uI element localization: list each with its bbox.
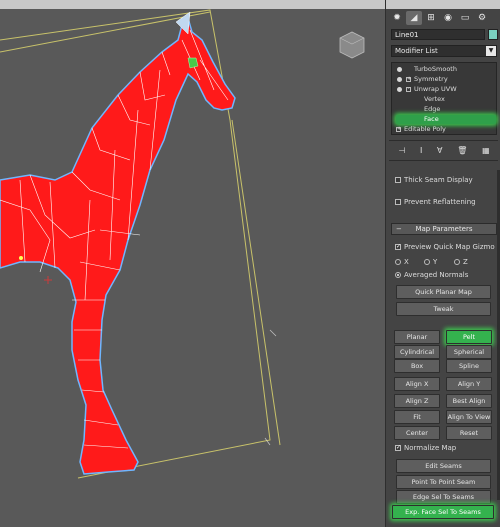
expand-icon[interactable]: + xyxy=(396,127,401,132)
lightbulb-icon[interactable] xyxy=(397,87,402,92)
averaged-normals-radio[interactable] xyxy=(395,272,401,278)
edit-seams-button[interactable]: Edit Seams xyxy=(396,459,491,473)
tweak-button[interactable]: Tweak xyxy=(396,302,491,316)
viewcube[interactable] xyxy=(339,31,365,59)
modifier-stack: TurboSmooth + Symmetry - Unwrap UVW Vert… xyxy=(391,62,497,135)
pelt-button[interactable]: Pelt xyxy=(446,330,492,344)
map-parameters-title: Map Parameters xyxy=(415,225,473,233)
stack-item-label: Editable Poly xyxy=(404,125,446,133)
stack-item-turbosmooth[interactable]: TurboSmooth xyxy=(392,65,496,74)
edge-sel-to-seams-button[interactable]: Edge Sel To Seams xyxy=(396,490,491,504)
stack-item-label: TurboSmooth xyxy=(414,65,457,73)
pin-stack-icon[interactable]: ⊣ xyxy=(398,146,405,155)
stack-item-unwrap-uvw[interactable]: - Unwrap UVW xyxy=(392,85,496,94)
stack-item-edge[interactable]: Edge xyxy=(392,105,496,114)
stack-item-label: Unwrap UVW xyxy=(414,85,457,93)
motion-tab-icon[interactable]: ◉ xyxy=(440,11,456,25)
stack-toolbar: ⊣ Ⅰ ∀ 🗑 ▦ xyxy=(391,143,497,157)
averaged-normals-label: Averaged Normals xyxy=(404,271,469,279)
modifier-list-label: Modifier List xyxy=(395,47,438,55)
fit-button[interactable]: Fit xyxy=(394,410,440,424)
align-y-button[interactable]: Align Y xyxy=(446,377,492,391)
preview-gizmo-checkbox[interactable]: ✓ xyxy=(395,244,401,250)
map-parameters-rollout[interactable]: − Map Parameters xyxy=(391,223,497,235)
point-to-point-seam-button[interactable]: Point To Point Seam xyxy=(396,475,491,489)
stack-item-label: Symmetry xyxy=(414,75,448,83)
thick-seam-checkbox[interactable] xyxy=(395,177,401,183)
display-tab-icon[interactable]: ▭ xyxy=(457,11,473,25)
viewport-scene xyxy=(0,9,365,479)
quick-planar-map-button[interactable]: Quick Planar Map xyxy=(396,285,491,299)
z-label: Z xyxy=(463,258,468,266)
object-color-swatch[interactable] xyxy=(488,29,498,40)
command-panel-tabs: ✹ ◢ ⊞ ◉ ▭ ⚙ xyxy=(389,11,490,25)
stack-item-label: Vertex xyxy=(424,95,445,103)
normalize-map-label: Normalize Map xyxy=(404,444,457,452)
utilities-tab-icon[interactable]: ⚙ xyxy=(474,11,490,25)
normalize-map-checkbox[interactable]: ✓ xyxy=(395,445,401,451)
exp-face-sel-to-seams-button[interactable]: Exp. Face Sel To Seams xyxy=(392,505,494,519)
hierarchy-tab-icon[interactable]: ⊞ xyxy=(423,11,439,25)
stack-item-symmetry[interactable]: + Symmetry xyxy=(392,75,496,84)
align-z-button[interactable]: Align Z xyxy=(394,394,440,408)
collapse-icon: − xyxy=(396,225,402,233)
cylindrical-button[interactable]: Cylindrical xyxy=(394,345,440,359)
selection-vertex xyxy=(19,256,23,260)
stack-item-label: Face xyxy=(424,115,439,123)
spherical-button[interactable]: Spherical xyxy=(446,345,492,359)
lightbulb-icon[interactable] xyxy=(397,67,402,72)
command-panel: ✹ ◢ ⊞ ◉ ▭ ⚙ Line01 Modifier List ▼ Turbo… xyxy=(385,0,500,527)
object-name-field[interactable]: Line01 xyxy=(391,29,485,40)
collapse-icon[interactable]: - xyxy=(406,87,411,92)
y-radio[interactable] xyxy=(424,259,430,265)
stack-item-face[interactable]: Face xyxy=(396,115,496,124)
best-align-button[interactable]: Best Align xyxy=(446,394,492,408)
configure-modifier-sets-icon[interactable]: ▦ xyxy=(482,146,490,155)
box-button[interactable]: Box xyxy=(394,359,440,373)
modifier-list-dropdown[interactable]: Modifier List ▼ xyxy=(391,45,497,57)
divider xyxy=(389,160,498,161)
y-label: Y xyxy=(433,258,438,266)
remove-modifier-icon[interactable]: 🗑 xyxy=(457,146,467,155)
expand-icon[interactable]: + xyxy=(406,77,411,82)
create-tab-icon[interactable]: ✹ xyxy=(389,11,405,25)
make-unique-icon[interactable]: ∀ xyxy=(437,146,442,155)
modify-tab-icon[interactable]: ◢ xyxy=(406,11,422,25)
preview-gizmo-label: Preview Quick Map Gizmo xyxy=(404,243,495,251)
align-x-button[interactable]: Align X xyxy=(394,377,440,391)
z-radio[interactable] xyxy=(454,259,460,265)
x-label: X xyxy=(404,258,409,266)
spline-button[interactable]: Spline xyxy=(446,359,492,373)
reset-button[interactable]: Reset xyxy=(446,426,492,440)
thick-seam-label: Thick Seam Display xyxy=(404,176,473,184)
x-radio[interactable] xyxy=(395,259,401,265)
prevent-reflattening-checkbox[interactable] xyxy=(395,199,401,205)
planar-button[interactable]: Planar xyxy=(394,330,440,344)
stack-item-vertex[interactable]: Vertex xyxy=(392,95,496,104)
stack-item-label: Edge xyxy=(424,105,441,113)
align-to-view-button[interactable]: Align To View xyxy=(446,410,492,424)
divider xyxy=(389,140,498,141)
stack-item-editable-poly[interactable]: + Editable Poly xyxy=(392,125,496,134)
horse-mesh[interactable] xyxy=(0,11,236,475)
perspective-viewport[interactable] xyxy=(0,0,385,527)
show-end-result-icon[interactable]: Ⅰ xyxy=(420,146,422,155)
pivot-marker xyxy=(44,276,52,284)
panel-top-strip xyxy=(386,0,500,9)
prevent-reflattening-label: Prevent Reflattening xyxy=(404,198,476,206)
center-button[interactable]: Center xyxy=(394,426,440,440)
lightbulb-icon[interactable] xyxy=(397,77,402,82)
chevron-down-icon[interactable]: ▼ xyxy=(486,46,496,56)
